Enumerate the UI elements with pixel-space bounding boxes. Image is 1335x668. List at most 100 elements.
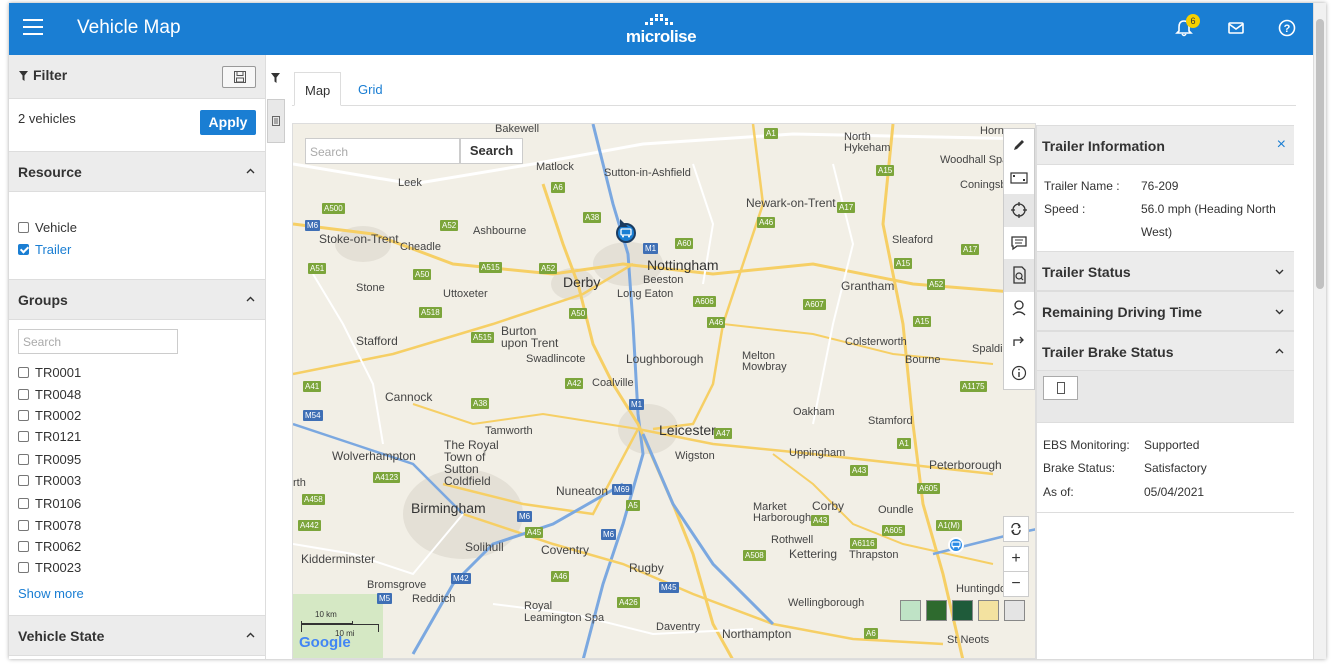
chevron-up-icon[interactable] (246, 167, 255, 176)
zoom-in-icon[interactable]: + (1003, 546, 1029, 572)
group-item[interactable]: TR0048 (18, 385, 81, 403)
terrain-layer-icon[interactable] (900, 600, 921, 621)
checkbox[interactable] (18, 519, 29, 531)
checkbox-checked[interactable] (18, 243, 29, 255)
group-item[interactable]: TR0062 (18, 537, 81, 555)
chevron-down-icon[interactable] (1275, 307, 1284, 316)
checkbox[interactable] (18, 540, 29, 552)
truck-icon (620, 228, 632, 238)
town-label: Newark-on-Trent (746, 196, 836, 210)
page-scrollbar[interactable] (1313, 3, 1326, 659)
checkbox[interactable] (18, 453, 29, 465)
chevron-up-icon[interactable] (1275, 347, 1284, 356)
area-select-icon[interactable] (1004, 162, 1034, 195)
group-item[interactable]: TR0003 (18, 471, 81, 489)
road-shield: A15 (876, 165, 895, 176)
chevron-up-icon[interactable] (246, 295, 255, 304)
remaining-driving-time-header[interactable]: Remaining Driving Time (1037, 291, 1294, 331)
group-item[interactable]: TR0106 (18, 494, 81, 512)
checkbox[interactable] (18, 430, 29, 442)
road-shield: A46 (757, 217, 776, 228)
map-view[interactable]: Bakewell Matlock Sutton-in-Ashfield Nort… (292, 123, 1036, 659)
search-document-icon[interactable] (1004, 259, 1034, 292)
group-item[interactable]: TR0023 (18, 558, 81, 576)
road-shield: A605 (917, 483, 940, 494)
checkbox[interactable] (18, 221, 29, 233)
road-shield: M45 (659, 582, 679, 593)
speed-value: 56.0 mph (Heading North (1141, 202, 1276, 216)
road-shield: M5 (377, 593, 393, 604)
map-search-input[interactable]: Search (305, 138, 460, 164)
poi-icon[interactable] (1004, 292, 1034, 325)
message-icon[interactable] (1004, 227, 1034, 260)
route-icon[interactable] (1004, 324, 1034, 357)
vehicle-state-header[interactable]: Vehicle State (9, 616, 265, 656)
refresh-icon[interactable] (1003, 516, 1029, 542)
menu-icon[interactable] (23, 19, 43, 37)
tab-map[interactable]: Map (294, 72, 342, 106)
road-shield: A518 (419, 307, 442, 318)
road-shield: A17 (837, 202, 856, 213)
filter-icon[interactable] (271, 73, 280, 83)
trailer-brake-status-title: Trailer Brake Status (1042, 344, 1174, 360)
checkbox[interactable] (18, 409, 29, 421)
group-item[interactable]: TR0095 (18, 450, 81, 468)
mail-icon[interactable] (1227, 19, 1247, 39)
apply-button[interactable]: Apply (200, 110, 256, 135)
heading-arrow-icon (620, 219, 628, 227)
trailer-marker[interactable] (948, 537, 964, 553)
hybrid-layer-icon[interactable] (952, 600, 973, 621)
groups-header[interactable]: Groups (9, 280, 265, 320)
town-label: Long Eaton (617, 288, 674, 300)
trailer-information-title: Trailer Information (1042, 138, 1165, 154)
locate-icon[interactable] (1004, 194, 1034, 227)
resource-vehicle-checkbox[interactable]: Vehicle (18, 218, 77, 236)
checkbox[interactable] (18, 388, 29, 400)
checkbox[interactable] (18, 497, 29, 509)
trailer-name-value: 76-209 (1141, 179, 1179, 193)
list-toggle-tab[interactable] (267, 99, 285, 143)
group-search-input[interactable]: Search (18, 329, 178, 354)
brake-details-button[interactable] (1043, 376, 1078, 400)
view-tabs: Map Grid (292, 72, 1296, 106)
group-item[interactable]: TR0001 (18, 363, 81, 381)
vehicle-state-title: Vehicle State (18, 628, 105, 644)
town-label: Bourne (905, 354, 941, 366)
road-shield: A6 (864, 628, 878, 639)
resource-trailer-checkbox[interactable]: Trailer (18, 240, 71, 258)
scrollbar-thumb[interactable] (1316, 19, 1324, 289)
group-item[interactable]: TR0121 (18, 427, 81, 445)
town-label: Oundle (878, 504, 914, 516)
zoom-out-icon[interactable]: − (1003, 571, 1029, 597)
tab-grid[interactable]: Grid (348, 72, 393, 106)
close-icon[interactable]: × (1277, 137, 1286, 153)
checkbox[interactable] (18, 474, 29, 486)
checkbox[interactable] (18, 561, 29, 573)
roadmap-layer-icon[interactable] (1004, 600, 1025, 621)
map-search-button[interactable]: Search (460, 138, 523, 164)
draw-icon[interactable] (1004, 129, 1034, 162)
chevron-up-icon[interactable] (246, 631, 255, 640)
trailer-brake-status-header[interactable]: Trailer Brake Status (1037, 331, 1294, 371)
town-label: Sutton-in-Ashfield (604, 167, 691, 179)
road-shield: A607 (803, 299, 826, 310)
group-item[interactable]: TR0078 (18, 516, 81, 534)
filter-sidebar: Filter 2 vehicles Apply Resource Vehicle… (9, 55, 266, 659)
help-icon[interactable]: ? (1278, 19, 1298, 39)
group-item[interactable]: TR0002 (18, 406, 81, 424)
traffic-layer-icon[interactable] (978, 600, 999, 621)
checkbox[interactable] (18, 366, 29, 378)
group-item-label: TR0023 (35, 559, 82, 575)
road-shield: A5 (626, 500, 640, 511)
town-label: Huntingdo (956, 583, 1007, 595)
trailer-status-header[interactable]: Trailer Status (1037, 251, 1294, 291)
town-label: Sleaford (892, 234, 933, 246)
save-filter-button[interactable] (222, 66, 256, 88)
satellite-layer-icon[interactable] (926, 600, 947, 621)
filter-icon (19, 71, 28, 81)
bell-icon[interactable]: 6 (1175, 14, 1200, 39)
chevron-down-icon[interactable] (1275, 267, 1284, 276)
info-icon[interactable] (1004, 357, 1034, 390)
resource-header[interactable]: Resource (9, 152, 265, 192)
show-more-link[interactable]: Show more (18, 586, 84, 601)
